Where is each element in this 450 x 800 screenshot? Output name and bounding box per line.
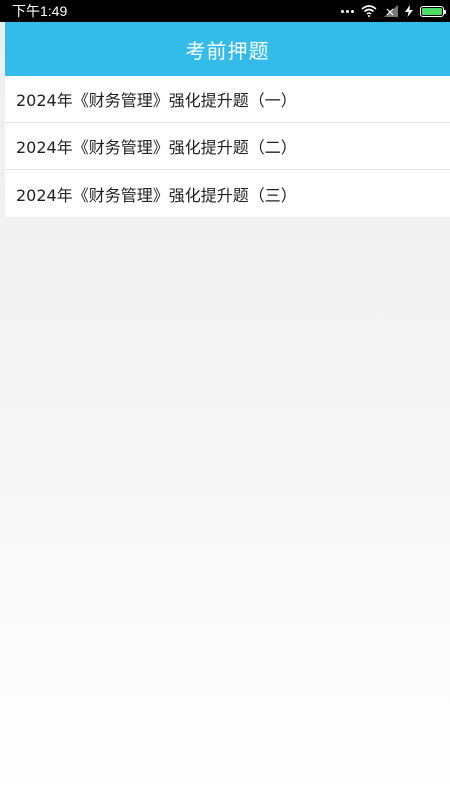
status-bar: 下午1:49: [0, 0, 450, 22]
list-item-label: 2024年《财务管理》强化提升题（一）: [16, 91, 297, 110]
list-item[interactable]: 2024年《财务管理》强化提升题（二）: [5, 123, 450, 170]
status-icons: [341, 0, 446, 22]
list-item[interactable]: 2024年《财务管理》强化提升题（一）: [5, 76, 450, 123]
list-item[interactable]: 2024年《财务管理》强化提升题（三）: [5, 170, 450, 217]
page-title: 考前押题: [185, 38, 270, 63]
status-time: 下午1:49: [12, 3, 68, 19]
more-dots-icon: [341, 9, 354, 13]
battery-level: [422, 7, 442, 15]
question-list: 2024年《财务管理》强化提升题（一） 2024年《财务管理》强化提升题（二） …: [5, 76, 450, 217]
app-header: 考前押题: [5, 22, 450, 76]
wifi-icon: [361, 2, 377, 21]
charging-icon: [405, 2, 413, 21]
signal-icon: [384, 2, 398, 21]
battery-icon: [420, 5, 446, 17]
list-item-label: 2024年《财务管理》强化提升题（三）: [16, 185, 297, 205]
list-item-label: 2024年《财务管理》强化提升题（二）: [16, 138, 297, 157]
